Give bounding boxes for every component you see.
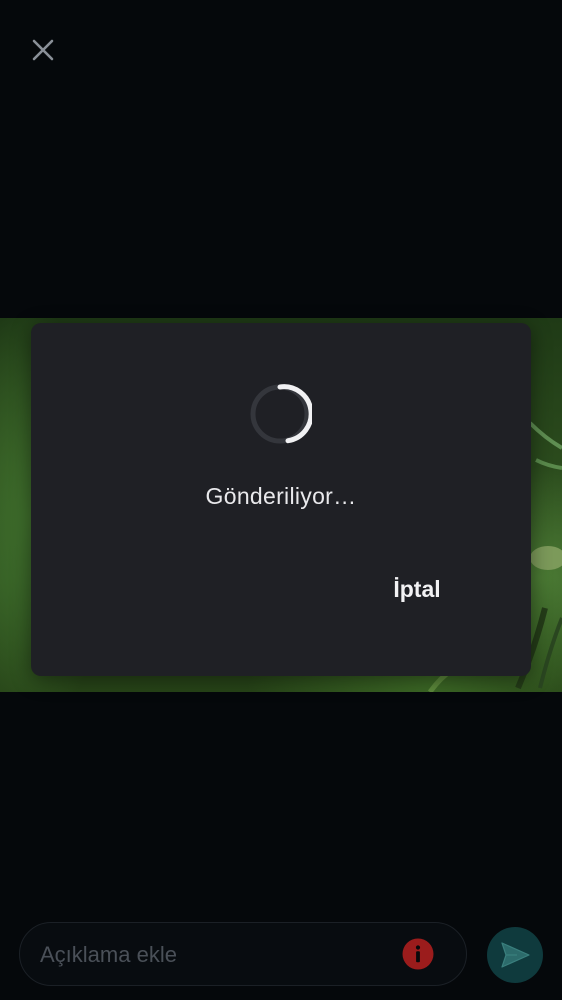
progress-spinner-icon [250,384,312,444]
sending-dialog: Gönderiliyor… İptal [31,323,531,676]
close-button[interactable] [26,33,60,67]
caption-bar [19,922,467,986]
cancel-button[interactable]: İptal [381,569,453,609]
media-send-screen: Gönderiliyor… İptal [0,0,562,1000]
sending-status-text: Gönderiliyor… [205,483,357,509]
close-icon [32,39,54,61]
send-icon [501,942,530,968]
send-button[interactable] [487,927,543,983]
caption-input[interactable] [38,923,402,986]
info-icon[interactable] [402,938,434,970]
